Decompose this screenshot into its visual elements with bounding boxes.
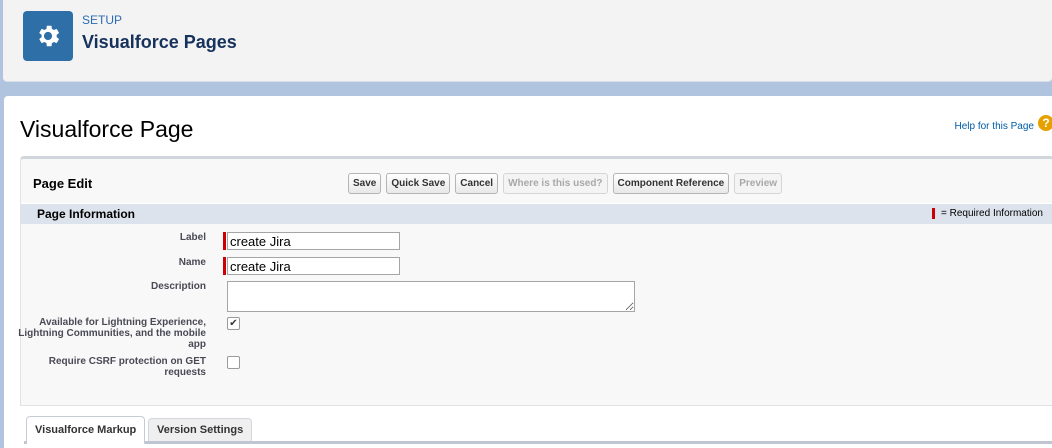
where-used-button[interactable]: Where is this used?: [503, 173, 608, 194]
lightning-checkbox[interactable]: ✔: [227, 317, 240, 330]
block-title: Page Edit: [33, 176, 93, 191]
required-marker: [223, 257, 226, 275]
save-button[interactable]: Save: [348, 173, 382, 194]
cancel-button[interactable]: Cancel: [455, 173, 499, 194]
tab-divider: [24, 441, 1052, 444]
gear-icon: [23, 11, 73, 61]
page-edit-block: Page Edit Save Quick Save Cancel Where i…: [18, 156, 1052, 406]
page-heading: Visualforce Page: [20, 116, 194, 142]
preview-button[interactable]: Preview: [734, 173, 783, 194]
required-marker: [223, 232, 226, 250]
section-title: Page Information: [37, 207, 136, 221]
description-field-label: Description: [150, 281, 206, 292]
setup-header: SETUP Visualforce Pages: [3, 0, 1052, 82]
tab-bar: Visualforce Markup Version Settings: [24, 416, 1052, 448]
label-field-label: Label: [179, 232, 206, 243]
component-reference-button[interactable]: Component Reference: [612, 173, 730, 194]
name-field-label: Name: [178, 257, 206, 268]
page-title: Visualforce Pages: [82, 32, 237, 52]
description-textarea[interactable]: [227, 281, 635, 312]
main-content: Visualforce Page Help for this Page ? Pa…: [4, 96, 1052, 448]
label-input[interactable]: [227, 232, 400, 250]
help-icon[interactable]: ?: [1038, 115, 1052, 131]
required-legend-text: = Required Information: [940, 208, 1043, 219]
button-row: Save Quick Save Cancel Where is this use…: [348, 173, 783, 194]
tab-version-settings[interactable]: Version Settings: [148, 418, 253, 441]
lightning-field-label: Available for Lightning Experience, Ligh…: [18, 317, 206, 350]
quick-save-button[interactable]: Quick Save: [386, 173, 451, 194]
help-link[interactable]: Help for this Page: [955, 121, 1035, 132]
tab-visualforce-markup[interactable]: Visualforce Markup: [26, 416, 146, 444]
required-legend: = Required Information: [931, 208, 1043, 219]
section-header: Page Information = Required Information: [21, 203, 1052, 224]
checkmark-icon: ✔: [229, 318, 238, 329]
csrf-checkbox[interactable]: [227, 356, 240, 369]
csrf-field-label: Require CSRF protection on GET requests: [48, 356, 206, 378]
required-marker: [931, 208, 935, 219]
name-input[interactable]: [227, 257, 400, 275]
setup-breadcrumb[interactable]: SETUP: [82, 13, 122, 27]
